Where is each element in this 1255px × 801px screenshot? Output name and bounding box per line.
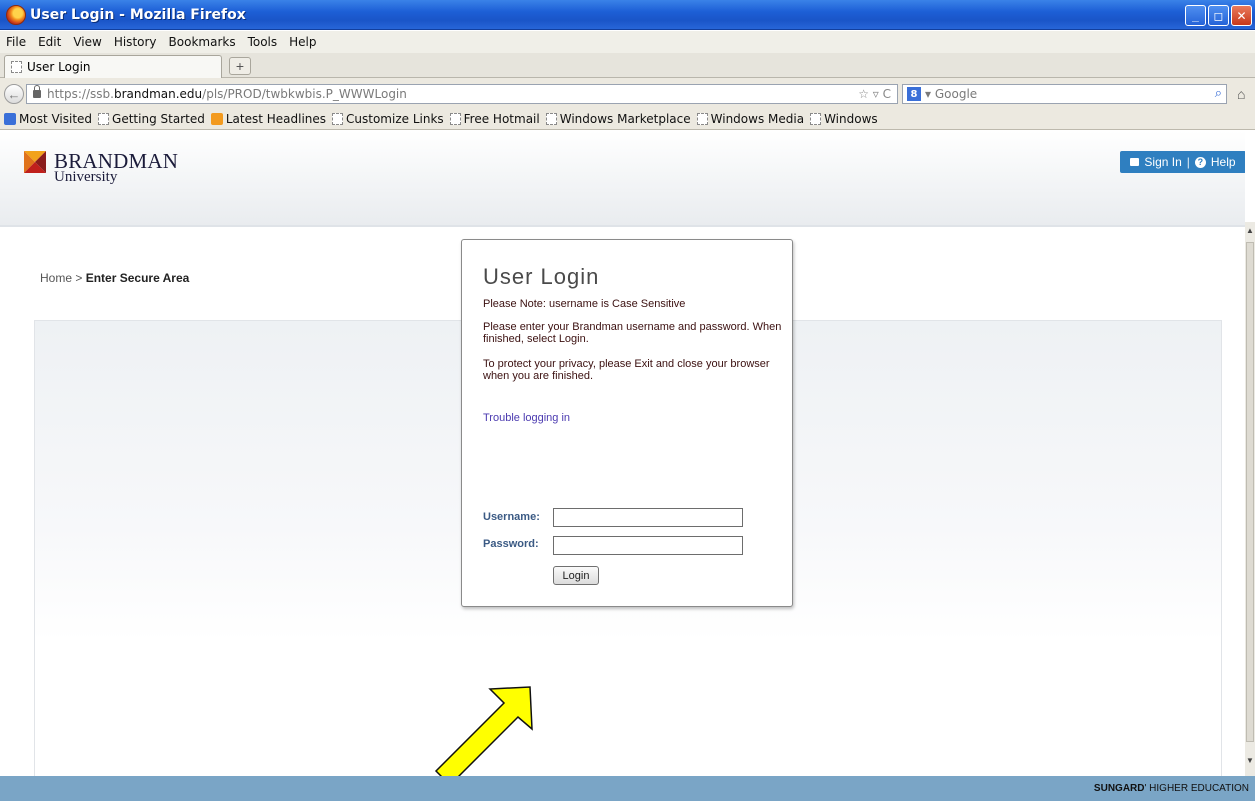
firefox-logo-icon <box>6 4 26 25</box>
username-label: Username: <box>483 511 540 523</box>
bookmark-latest-headlines[interactable]: Latest Headlines <box>210 111 327 126</box>
bookmark-customize-links[interactable]: Customize Links <box>332 112 444 126</box>
minimize-button[interactable]: _ <box>1185 5 1206 26</box>
scroll-thumb[interactable] <box>1246 242 1254 742</box>
page-scrollbar[interactable]: ▲ ▼ <box>1245 222 1255 776</box>
search-placeholder: ▾ Google <box>925 87 978 101</box>
yellow-arrow-icon <box>434 686 533 787</box>
window-title: User Login - Mozilla Firefox <box>30 6 246 23</box>
bookmark-free-hotmail[interactable]: Free Hotmail <box>449 111 540 126</box>
back-button[interactable]: ← <box>4 84 24 104</box>
scroll-down-icon[interactable]: ▼ <box>1245 756 1255 770</box>
window-titlebar: User Login - Mozilla Firefox _ ◻ ✕ <box>0 0 1255 30</box>
password-input[interactable] <box>553 536 743 555</box>
bookmark-most-visited[interactable]: Most Visited <box>4 112 92 126</box>
new-tab-button[interactable]: + <box>229 57 251 75</box>
site-header: BRANDMAN University Sign In | ? Help <box>0 131 1245 227</box>
menu-edit[interactable]: Edit <box>38 35 61 49</box>
menu-tools[interactable]: Tools <box>248 35 278 49</box>
sungard-brand: SUNGARD' HIGHER EDUCATION <box>1094 783 1249 794</box>
auth-bar: Sign In | ? Help <box>1120 151 1245 173</box>
brand-rest: ' HIGHER EDUCATION <box>1144 783 1249 794</box>
bookmark-label: Free Hotmail <box>463 111 540 126</box>
search-bar[interactable]: 8 ▾ Google ⌕ <box>902 84 1227 104</box>
login-title: User Login <box>483 264 600 289</box>
page-icon <box>449 112 461 125</box>
login-button[interactable]: Login <box>553 566 599 585</box>
separator: | <box>1186 155 1190 169</box>
username-input[interactable] <box>553 508 743 527</box>
page-icon <box>696 112 708 125</box>
bookmark-label: Windows <box>824 111 878 126</box>
menu-bookmarks[interactable]: Bookmarks <box>169 35 236 49</box>
bookmark-label: Getting Started <box>112 111 205 126</box>
help-link[interactable]: Help <box>1211 155 1236 169</box>
logo-subtitle: University <box>54 169 118 185</box>
close-button[interactable]: ✕ <box>1231 5 1252 26</box>
url-controls[interactable]: ☆ ▿ C <box>858 87 891 101</box>
page-icon <box>332 112 344 125</box>
password-label: Password: <box>483 538 539 550</box>
window-controls: _ ◻ ✕ <box>1185 5 1252 26</box>
privacy-note: To protect your privacy, please Exit and… <box>483 358 770 382</box>
login-instructions: Please enter your Brandman username and … <box>483 321 782 345</box>
brand-bold: SUNGARD <box>1093 783 1145 794</box>
site-footer: SUNGARD' HIGHER EDUCATION <box>0 776 1255 801</box>
url-bar[interactable]: https://ssb. brandman.edu /pls/PROD/twbk… <box>26 84 898 104</box>
navigation-bar: ← https://ssb. brandman.edu /pls/PROD/tw… <box>0 78 1255 108</box>
menu-file[interactable]: File <box>6 35 26 49</box>
lock-icon <box>33 85 41 98</box>
tab-user-login[interactable]: User Login <box>4 55 222 78</box>
bookmark-getting-started[interactable]: Getting Started <box>98 112 205 126</box>
brandman-logo-icon[interactable] <box>24 151 46 173</box>
bookmarks-bar: Most Visited Getting Started Latest Head… <box>0 108 1255 130</box>
bookmark-windows-media[interactable]: Windows Media <box>696 111 805 126</box>
help-icon: ? <box>1194 156 1206 168</box>
scroll-up-icon[interactable]: ▲ <box>1245 226 1255 240</box>
bookmark-windows[interactable]: Windows <box>810 112 878 126</box>
breadcrumb-separator: > <box>75 271 83 285</box>
breadcrumb-current: Enter Secure Area <box>85 271 190 285</box>
page-icon <box>98 112 110 125</box>
url-prefix: https://ssb. <box>47 87 114 101</box>
most-visited-icon <box>4 112 16 125</box>
login-box: User Login Please Note: username is Case… <box>461 239 793 607</box>
home-icon[interactable]: ⌂ <box>1237 86 1245 102</box>
bookmark-label: Windows Media <box>710 111 805 126</box>
bookmark-label: Most Visited <box>19 111 93 126</box>
breadcrumb-home[interactable]: Home <box>40 271 72 285</box>
url-domain: brandman.edu <box>113 87 203 101</box>
page-icon <box>11 61 22 73</box>
case-sensitive-note: Please Note: username is Case Sensitive <box>483 298 686 310</box>
search-icon[interactable]: ⌕ <box>1215 86 1222 101</box>
tab-bar: User Login + <box>0 53 1255 78</box>
menu-bar: File Edit View History Bookmarks Tools H… <box>0 31 1255 53</box>
bookmark-label: Latest Headlines <box>225 111 327 126</box>
menu-history[interactable]: History <box>114 35 157 49</box>
page-icon <box>810 112 822 125</box>
bookmark-label: Customize Links <box>346 111 444 126</box>
maximize-button[interactable]: ◻ <box>1208 5 1229 26</box>
page-icon <box>545 112 557 125</box>
sign-in-link[interactable]: Sign In <box>1144 155 1181 169</box>
url-path: /pls/PROD/twbkwbis.P_WWWLogin <box>202 87 407 101</box>
menu-view[interactable]: View <box>73 35 101 49</box>
trouble-logging-in-link[interactable]: Trouble logging in <box>483 412 570 424</box>
bookmark-windows-marketplace[interactable]: Windows Marketplace <box>545 111 691 126</box>
search-engine-icon[interactable]: 8 <box>907 87 921 101</box>
rss-icon <box>210 112 223 125</box>
tab-label: User Login <box>27 60 91 74</box>
menu-help[interactable]: Help <box>289 35 316 49</box>
lock-icon <box>1130 158 1140 166</box>
bookmark-label: Windows Marketplace <box>559 111 691 126</box>
breadcrumb: Home > Enter Secure Area <box>40 271 189 285</box>
